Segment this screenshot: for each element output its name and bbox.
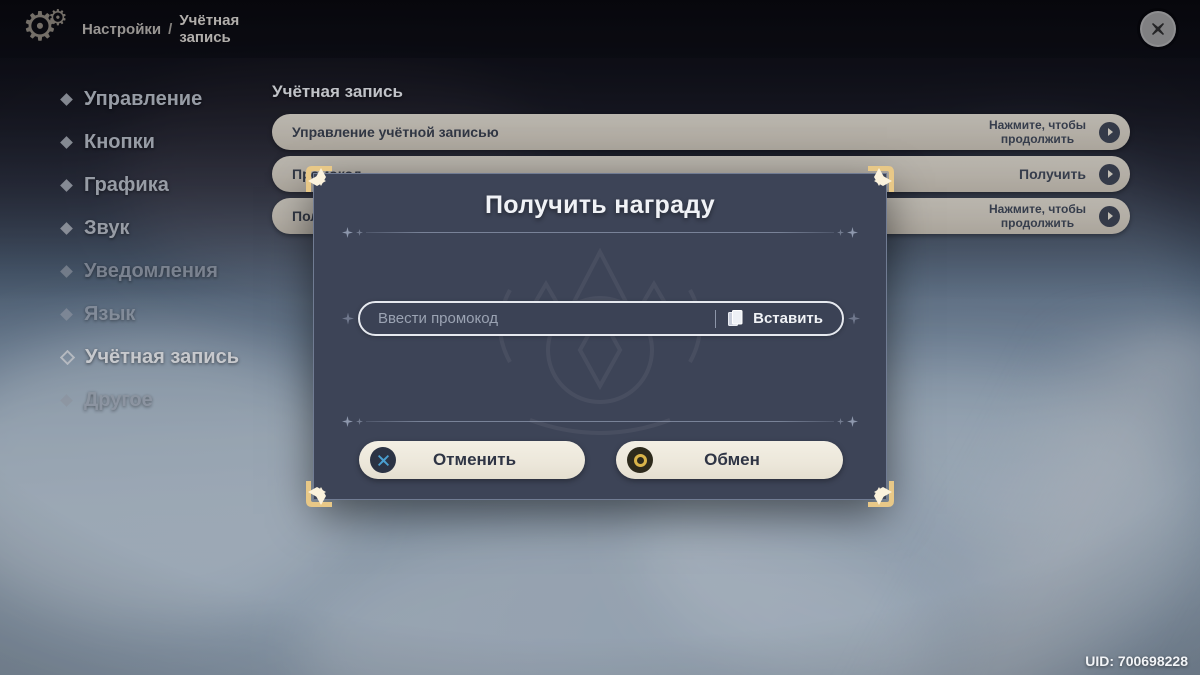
field-separator [715,309,717,328]
dialog-divider-top [342,227,858,238]
sparkle-icon [837,229,844,236]
sparkle-icon [847,416,858,427]
sparkle-icon [847,227,858,238]
sparkle-icon [342,416,353,427]
sparkle-icon [837,418,844,425]
promo-code-field[interactable]: Вставить [358,301,844,336]
promo-code-input[interactable] [378,310,716,327]
field-ornament-icon [848,312,860,325]
promo-code-field-group: Вставить [342,301,860,336]
genesis-crystal-icon [627,447,653,473]
sparkle-icon [356,418,363,425]
settings-screen: ⚙ ⚙ Настройки / Учётная запись Управлени… [0,0,1200,675]
dialog-title: Получить награду [485,191,715,219]
exchange-button[interactable]: Обмен [616,441,843,479]
clipboard-paste-icon [728,310,743,326]
dialog-divider-bottom [342,416,858,427]
cancel-label: Отменить [432,450,517,469]
sparkle-icon [356,229,363,236]
exchange-label: Обмен [704,450,760,469]
close-circle-icon [370,447,396,473]
divider-line [366,421,834,422]
redeem-code-dialog: Получить награду Вставить [306,166,894,507]
gold-ring-icon [633,453,647,467]
divider-line [366,232,834,233]
field-ornament-icon [342,312,354,325]
paste-button[interactable]: Вставить [728,309,842,328]
uid-label: UID: 700698228 [1085,653,1188,669]
sparkle-icon [342,227,353,238]
paste-label: Вставить [753,310,823,327]
cancel-button[interactable]: Отменить [359,441,585,479]
